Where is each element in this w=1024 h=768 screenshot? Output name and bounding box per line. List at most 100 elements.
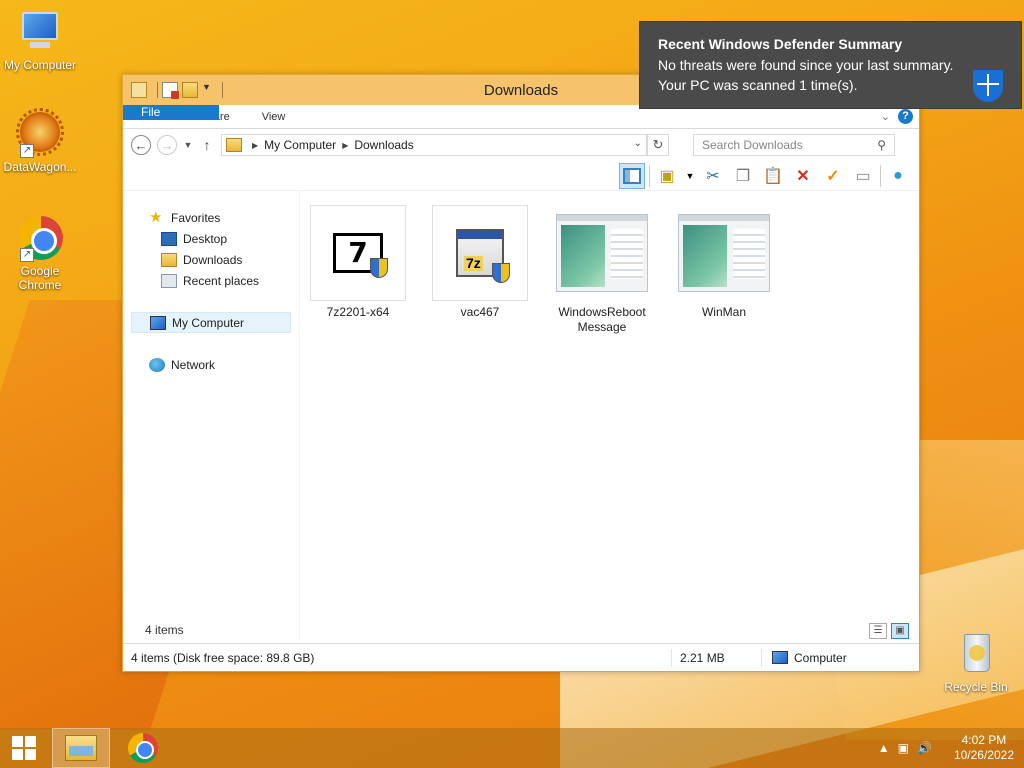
star-icon: ★ [149, 208, 163, 226]
breadcrumb-separator-icon[interactable]: ▶ [342, 141, 348, 150]
nav-item-recent-places[interactable]: Recent places [123, 270, 299, 291]
back-button[interactable]: ← [131, 135, 151, 155]
file-item[interactable]: WinMan [676, 205, 772, 320]
copy-icon[interactable]: ❐ [730, 163, 756, 189]
shortcut-arrow-icon: ↗ [20, 248, 34, 262]
file-name: vac467 [460, 305, 500, 319]
chevron-down-icon[interactable]: ▼ [684, 163, 696, 189]
network-icon [149, 357, 165, 372]
file-item[interactable]: WindowsReboot Message [554, 205, 650, 335]
computer-icon [150, 315, 166, 330]
refresh-button[interactable]: ↻ [647, 134, 669, 156]
clock[interactable]: 4:02 PM 10/26/2022 [954, 733, 1014, 763]
address-row: ← → ▼ ↑ ▶ My Computer ▶ Downloads ⌄ ↻ Se… [123, 129, 919, 161]
file-list: 7 7z2201-x64 7z vac467 WindowsReboot Mes… [299, 191, 919, 641]
clock-time: 4:02 PM [961, 733, 1007, 747]
desktop-icon-recycle-bin[interactable]: Recycle Bin [936, 630, 1016, 694]
delete-icon[interactable]: ✕ [790, 163, 816, 189]
search-input[interactable]: Search Downloads ⚲ [693, 134, 895, 156]
clock-date: 10/26/2022 [953, 748, 1014, 762]
desktop-icon-label: Recycle Bin [944, 680, 1008, 694]
recent-locations-dropdown[interactable]: ▼ [183, 140, 193, 150]
nav-item-favorites[interactable]: ★ Favorites [123, 207, 299, 228]
status-location: Computer [761, 648, 919, 667]
tab-file[interactable]: File [123, 105, 219, 120]
search-placeholder: Search Downloads [702, 138, 803, 152]
screenshot-thumbnail [556, 214, 648, 292]
search-icon[interactable]: ⚲ [877, 138, 886, 152]
chevron-down-icon[interactable]: ⌄ [634, 138, 642, 149]
folder-options-icon[interactable]: ▣ [654, 163, 680, 189]
nav-item-label: Network [171, 357, 216, 372]
file-name: 7z2201-x64 [326, 305, 390, 319]
forward-button[interactable]: → [157, 135, 177, 155]
desktop-icon [161, 231, 177, 246]
properties-icon[interactable] [131, 82, 147, 98]
nav-item-network[interactable]: Network [123, 354, 299, 375]
file-item[interactable]: 7 7z2201-x64 [310, 205, 406, 320]
nav-item-my-computer[interactable]: My Computer [131, 312, 291, 333]
desktop-icon-google-chrome[interactable]: ↗ Google Chrome [0, 214, 80, 292]
up-button[interactable]: ↑ [199, 137, 215, 153]
taskbar-file-explorer[interactable] [52, 728, 110, 768]
navigation-pane: ★ Favorites Desktop Downloads Recent pla… [123, 191, 299, 641]
recent-places-icon [161, 273, 177, 288]
details-view-icon[interactable]: ☰ [869, 623, 887, 639]
globe-icon[interactable]: ● [885, 163, 911, 189]
recycle-bin-icon [952, 630, 1000, 678]
folder-icon [226, 138, 242, 152]
taskbar-google-chrome[interactable] [114, 728, 172, 768]
paste-icon[interactable]: 📋 [760, 163, 786, 189]
file-name: WindowsReboot Message [558, 305, 646, 334]
file-thumbnail: 7z [432, 205, 528, 301]
start-button[interactable] [0, 728, 48, 768]
pane-icon [623, 167, 641, 184]
desktop-icon-label: Google Chrome [18, 264, 62, 292]
windows-logo-icon [12, 736, 36, 760]
show-hidden-icons-icon[interactable]: ▲ [878, 741, 890, 755]
large-icons-view-icon[interactable]: ▣ [891, 623, 909, 639]
volume-icon[interactable]: 🔊 [917, 741, 932, 755]
taskbar: ▲ ▣ 🔊 4:02 PM 10/26/2022 [0, 728, 1024, 768]
quick-access-toolbar: ▼ [123, 82, 223, 99]
items-count: 4 items [145, 623, 184, 637]
breadcrumb-my-computer[interactable]: My Computer [264, 138, 336, 152]
defender-shield-icon [973, 70, 1003, 102]
network-status-icon[interactable]: ▣ [898, 741, 909, 755]
chevron-down-icon[interactable]: ▼ [202, 82, 212, 98]
file-thumbnail [554, 205, 650, 301]
nav-item-label: Recent places [183, 273, 260, 288]
computer-icon [772, 651, 788, 664]
desktop-icon-label: My Computer [3, 58, 77, 72]
navigation-pane-button[interactable] [619, 162, 645, 189]
file-thumbnail: 7 [310, 205, 406, 301]
help-icon[interactable]: ? [898, 109, 913, 124]
expand-ribbon-icon[interactable]: ⌄ [881, 110, 890, 123]
new-folder-icon[interactable] [182, 82, 198, 98]
breadcrumb-separator-icon[interactable]: ▶ [252, 141, 258, 150]
system-tray: ▲ ▣ 🔊 4:02 PM 10/26/2022 [878, 728, 1014, 768]
explorer-window[interactable]: ▼ Downloads File Home Share View ⌄ ? ← →… [122, 74, 920, 672]
status-bar: 4 items (Disk free space: 89.8 GB) 2.21 … [123, 643, 919, 671]
nav-item-desktop[interactable]: Desktop [123, 228, 299, 249]
chrome-icon [128, 733, 158, 763]
file-item[interactable]: 7z vac467 [432, 205, 528, 320]
rename-icon[interactable]: ▭ [850, 163, 876, 189]
breadcrumb-downloads[interactable]: Downloads [354, 138, 413, 152]
defender-notification[interactable]: Recent Windows Defender Summary No threa… [639, 21, 1022, 109]
cut-icon[interactable]: ✂ [700, 163, 726, 189]
checkmark-icon[interactable]: ✓ [820, 163, 846, 189]
nav-item-label: My Computer [172, 315, 245, 330]
chrome-icon: ↗ [16, 214, 64, 262]
nav-item-downloads[interactable]: Downloads [123, 249, 299, 270]
nav-item-label: Favorites [171, 210, 221, 225]
computer-icon [16, 8, 64, 56]
address-bar[interactable]: ▶ My Computer ▶ Downloads ⌄ [221, 134, 647, 156]
nav-item-label: Downloads [183, 252, 243, 267]
command-toolbar: ▣ ▼ ✂ ❐ 📋 ✕ ✓ ▭ ● [123, 161, 919, 191]
desktop-icon-datawagon[interactable]: ↗ DataWagon... [0, 108, 80, 174]
tab-view[interactable]: View [246, 105, 302, 128]
new-document-icon[interactable] [162, 82, 179, 99]
notification-title: Recent Windows Defender Summary [658, 36, 903, 52]
desktop-icon-my-computer[interactable]: My Computer [0, 8, 80, 72]
